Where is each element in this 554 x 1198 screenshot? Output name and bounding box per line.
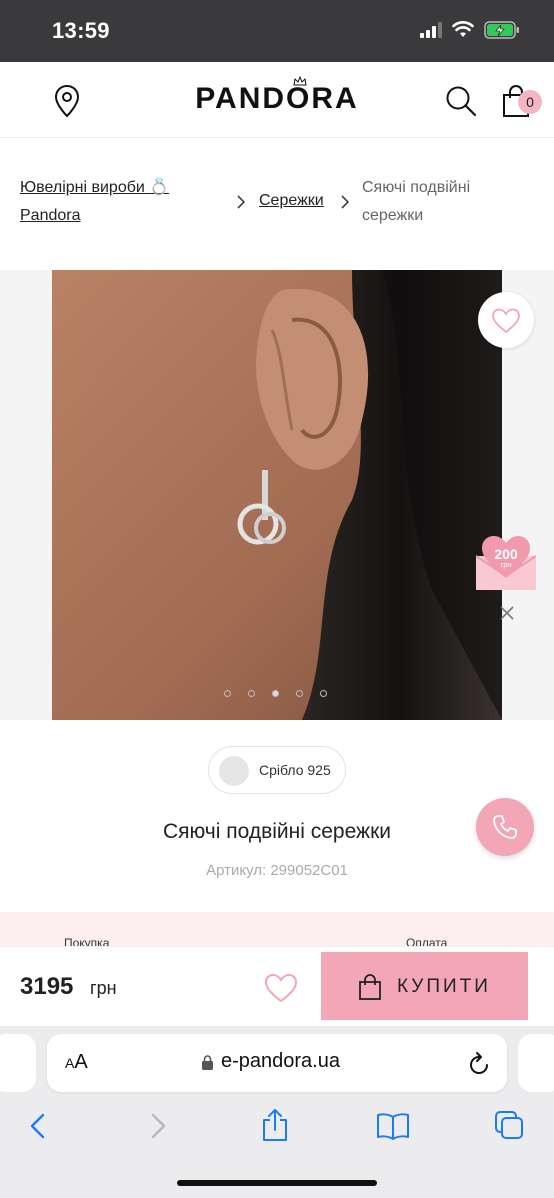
wishlist-toggle[interactable]	[478, 292, 534, 348]
carousel-dots	[222, 688, 332, 700]
previous-tab-preview[interactable]	[0, 1034, 36, 1092]
product-gallery[interactable]: 200 грн	[0, 270, 554, 720]
status-bar: 13:59	[0, 0, 554, 62]
carousel-dot[interactable]	[296, 690, 303, 697]
heart-outline-icon	[492, 308, 520, 334]
address-bar[interactable]: AA e-pandora.ua	[47, 1034, 507, 1092]
cellular-signal-icon	[420, 22, 442, 38]
purchase-bar: 3195 грн КУПИТИ	[0, 946, 554, 1026]
metal-swatch	[219, 756, 249, 786]
status-time: 13:59	[52, 18, 110, 43]
product-photo[interactable]	[52, 270, 502, 720]
carousel-dot[interactable]	[248, 690, 255, 697]
carousel-dot[interactable]	[224, 690, 231, 697]
carousel-dot[interactable]	[320, 690, 327, 697]
metal-label: Срібло 925	[259, 762, 331, 778]
reload-icon[interactable]	[467, 1050, 491, 1076]
buy-button[interactable]: КУПИТИ	[321, 952, 528, 1020]
site-header: PANDORA 0	[0, 62, 554, 138]
breadcrumb-item-earrings[interactable]: Сережки	[259, 187, 324, 215]
product-sku: Артикул: 299052C01	[206, 862, 348, 879]
next-tab-preview[interactable]	[518, 1034, 554, 1092]
phone-icon	[493, 815, 517, 839]
breadcrumb: Ювелірні вироби 💍 Pandora Сережки Сяючі …	[0, 138, 554, 270]
close-icon[interactable]	[498, 604, 516, 622]
breadcrumb-current: Сяючі подвійні сережки	[362, 179, 471, 224]
buy-button-label: КУПИТИ	[397, 976, 491, 997]
crown-icon	[293, 76, 307, 86]
price-currency: грн	[90, 978, 117, 998]
info-purchase: Покупка	[64, 936, 110, 946]
chevron-right-icon	[237, 195, 246, 209]
shopping-bag-icon	[359, 974, 381, 1000]
lock-icon	[202, 1055, 213, 1070]
browser-chrome: AA e-pandora.ua	[0, 1026, 554, 1198]
tabs-icon[interactable]	[494, 1110, 524, 1140]
info-strip: Покупка Оплата	[0, 912, 554, 946]
product-title: Сяючі подвійні сережки	[162, 820, 392, 843]
cart-count-badge: 0	[518, 90, 542, 114]
battery-charging-icon	[484, 21, 519, 39]
price-value: 3195	[20, 973, 74, 1000]
breadcrumb-item-jewelry[interactable]: Ювелірні вироби 💍 Pandora	[20, 174, 210, 230]
share-icon[interactable]	[260, 1108, 290, 1142]
promo-unit: грн	[500, 562, 512, 569]
metal-option-chip[interactable]: Срібло 925	[208, 746, 346, 794]
carousel-dot-active[interactable]	[272, 690, 279, 697]
wifi-icon	[452, 21, 474, 37]
search-icon[interactable]	[444, 84, 478, 118]
info-payment: Оплата	[406, 936, 448, 946]
call-button[interactable]	[476, 798, 534, 856]
back-icon[interactable]	[28, 1112, 48, 1140]
forward-icon[interactable]	[148, 1112, 168, 1140]
bookmarks-icon[interactable]	[376, 1112, 410, 1140]
cart-button[interactable]: 0	[502, 82, 546, 122]
text-size-button[interactable]: AA	[65, 1051, 88, 1074]
url-text[interactable]: e-pandora.ua	[221, 1050, 340, 1073]
chevron-right-icon	[341, 195, 350, 209]
add-to-wishlist-heart-icon[interactable]	[264, 973, 298, 1003]
browser-toolbar	[0, 1106, 554, 1166]
home-indicator	[177, 1180, 377, 1186]
promo-amount: 200	[494, 546, 518, 562]
